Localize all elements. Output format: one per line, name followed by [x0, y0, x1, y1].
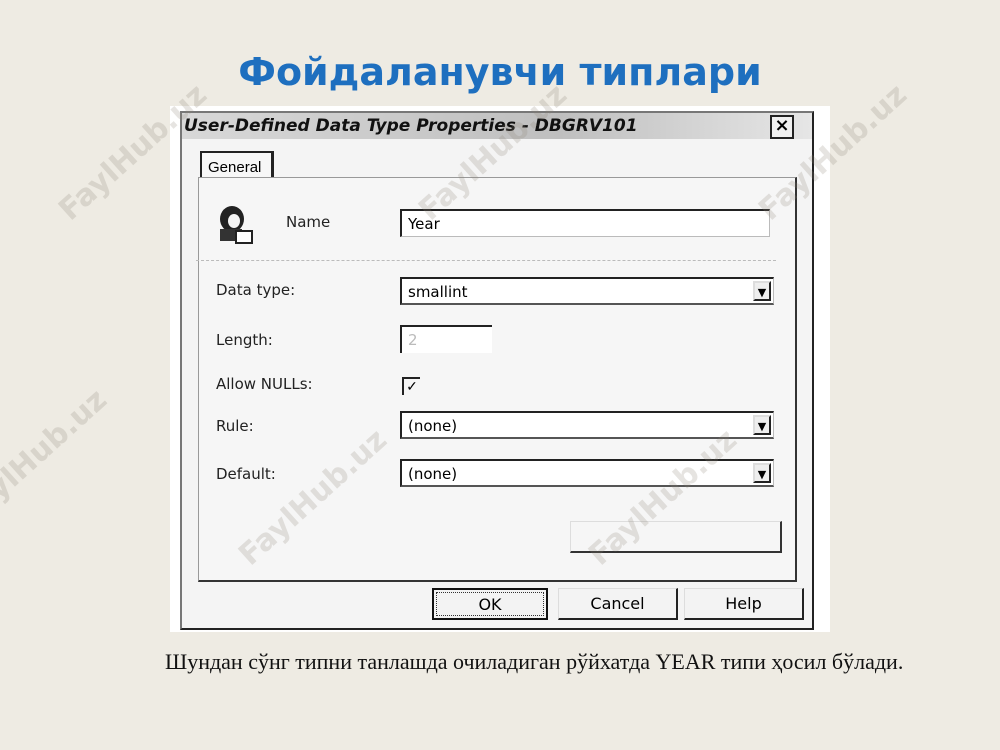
watermark: FaylHub.uz — [0, 382, 114, 533]
cancel-button[interactable]: Cancel — [558, 588, 678, 620]
data-type-label: Data type: — [216, 281, 296, 299]
length-input[interactable]: 2 — [400, 325, 492, 353]
data-type-select[interactable]: smallint ▼ — [400, 277, 774, 305]
dialog-title: User-Defined Data Type Properties - DBGR… — [184, 116, 638, 136]
slide-title: Фойдаланувчи типлари — [238, 50, 762, 94]
name-label: Name — [286, 213, 331, 231]
disabled-button — [570, 521, 782, 553]
default-value: (none) — [408, 465, 458, 483]
help-button[interactable]: Help — [684, 588, 804, 620]
chevron-down-icon[interactable]: ▼ — [753, 281, 771, 301]
slide-caption: Шундан сўнг типни танлашда очиладиган рў… — [165, 649, 904, 674]
rule-select[interactable]: (none) ▼ — [400, 411, 774, 439]
close-button[interactable]: × — [770, 115, 794, 139]
user-type-icon — [220, 206, 253, 244]
chevron-down-icon[interactable]: ▼ — [753, 463, 771, 483]
separator — [196, 260, 776, 262]
ok-button[interactable]: OK — [432, 588, 548, 620]
default-select[interactable]: (none) ▼ — [400, 459, 774, 487]
rule-value: (none) — [408, 417, 458, 435]
name-input[interactable]: Year — [400, 209, 770, 237]
properties-dialog: User-Defined Data Type Properties - DBGR… — [180, 111, 814, 630]
data-type-value: smallint — [408, 283, 468, 301]
length-label: Length: — [216, 331, 273, 349]
chevron-down-icon[interactable]: ▼ — [753, 415, 771, 435]
dialog-titlebar[interactable]: User-Defined Data Type Properties - DBGR… — [182, 113, 812, 139]
rule-label: Rule: — [216, 417, 254, 435]
default-label: Default: — [216, 465, 276, 483]
tab-general[interactable]: General — [200, 151, 274, 177]
allow-nulls-checkbox[interactable]: ✓ — [402, 377, 420, 395]
allow-nulls-label: Allow NULLs: — [216, 375, 313, 393]
dialog-screenshot: User-Defined Data Type Properties - DBGR… — [170, 106, 830, 632]
